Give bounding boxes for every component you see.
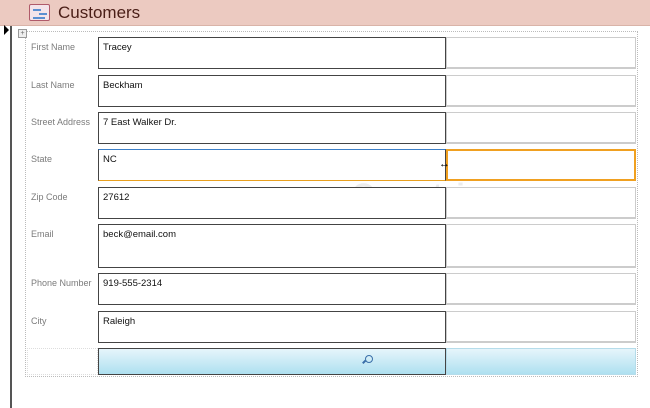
field-extension [446, 224, 636, 268]
field-extension [446, 75, 636, 107]
empty-label-cell [27, 348, 98, 375]
email-input[interactable]: beck@email.com [98, 224, 446, 268]
field-extension-selected[interactable] [446, 149, 636, 181]
search-button-extension[interactable] [446, 348, 636, 375]
form-title: Customers [58, 3, 141, 22]
state-input[interactable]: NC [98, 149, 446, 181]
zip-code-input[interactable]: 27612 [98, 187, 446, 219]
layout-move-handle-icon[interactable]: + [18, 29, 27, 38]
phone-number-input[interactable]: 919-555-2314 [98, 273, 446, 305]
search-icon [365, 355, 373, 363]
field-label: City [31, 316, 47, 326]
field-extension [446, 273, 636, 305]
field-extension [446, 311, 636, 343]
form-icon [29, 4, 50, 21]
search-button[interactable] [98, 348, 446, 375]
city-input[interactable]: Raleigh [98, 311, 446, 343]
current-record-arrow-icon [4, 25, 9, 35]
record-selector[interactable] [0, 26, 12, 408]
field-extension [446, 37, 636, 69]
field-label: Last Name [31, 80, 75, 90]
field-extension [446, 187, 636, 219]
field-label: Street Address [31, 117, 91, 127]
field-label: Phone Number [31, 278, 92, 288]
last-name-input[interactable]: Beckham [98, 75, 446, 107]
field-extension [446, 112, 636, 144]
street-address-input[interactable]: 7 East Walker Dr. [98, 112, 446, 144]
field-label: First Name [31, 42, 76, 52]
first-name-input[interactable]: Tracey [98, 37, 446, 69]
field-label: Email [31, 229, 54, 239]
field-label: State [31, 154, 53, 164]
field-label: Zip Code [31, 192, 68, 202]
resize-cursor-icon: ↔ [439, 158, 450, 170]
form-header: Customers [0, 0, 650, 26]
